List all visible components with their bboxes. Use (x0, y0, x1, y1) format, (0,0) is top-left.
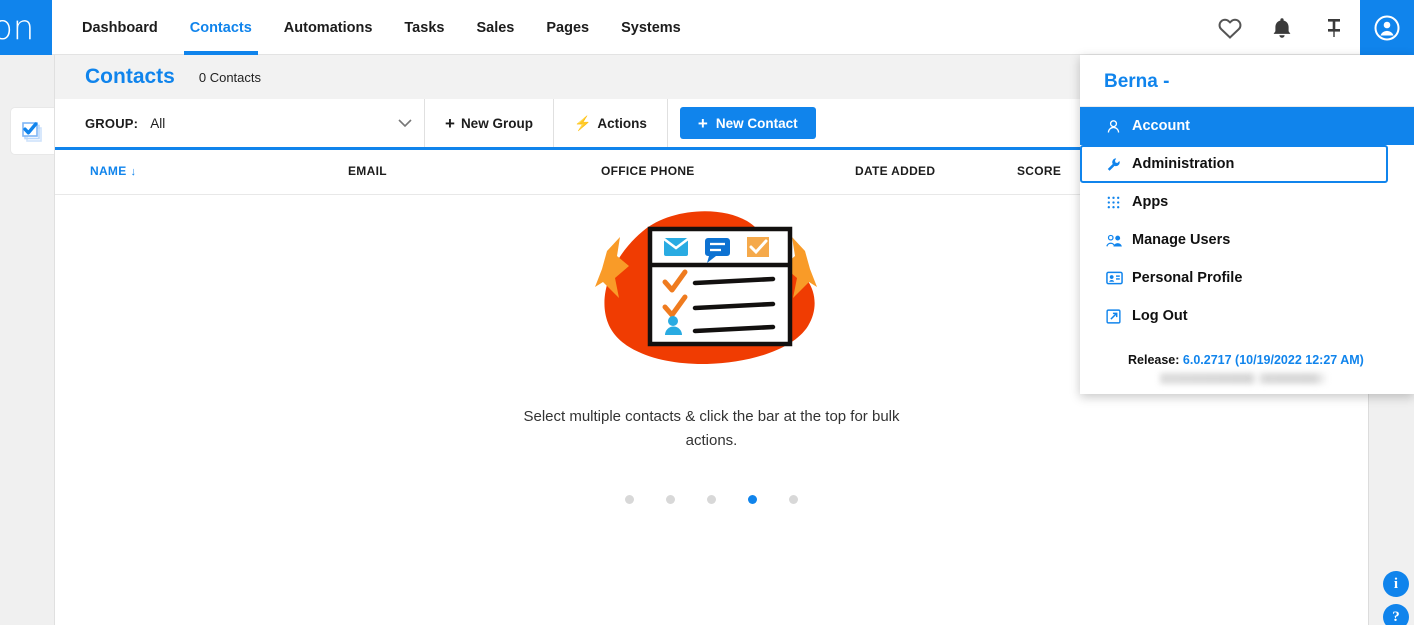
menu-item-label: Account (1132, 118, 1190, 134)
wrench-icon (1106, 157, 1132, 172)
logo-text: on (0, 7, 35, 48)
menu-item-apps[interactable]: Apps (1080, 183, 1414, 221)
nav-item-tasks[interactable]: Tasks (388, 0, 460, 55)
menu-item-label: Log Out (1132, 308, 1188, 324)
carousel-dot[interactable] (625, 495, 634, 504)
carousel-dot[interactable] (789, 495, 798, 504)
external-link-icon (1106, 308, 1132, 324)
release-info: Release: 6.0.2717 (10/19/2022 12:27 AM) (1080, 353, 1414, 367)
actions-label: Actions (597, 115, 647, 131)
new-group-label: New Group (460, 115, 533, 131)
carousel-dots (625, 495, 798, 504)
contacts-count: 0 Contacts (198, 69, 262, 85)
stacked-check-icon[interactable] (10, 107, 54, 155)
redacted-text (1160, 373, 1328, 384)
menu-item-label: Apps (1132, 194, 1169, 210)
nav-label: Contacts (189, 19, 252, 36)
pin-icon[interactable] (1308, 0, 1360, 55)
nav-item-pages[interactable]: Pages (530, 0, 605, 55)
carousel-dot[interactable] (707, 495, 716, 504)
column-header-name[interactable]: NAME ↓ (90, 164, 136, 178)
heart-icon[interactable] (1204, 0, 1256, 55)
empty-message-line-1: Select multiple contacts & click the bar… (523, 408, 868, 425)
column-header-office-phone[interactable]: OFFICE PHONE (601, 164, 695, 178)
sort-arrow-icon: ↓ (130, 166, 137, 178)
new-contact-wrap: + New Contact (668, 99, 828, 147)
menu-item-manage-users[interactable]: Manage Users (1080, 221, 1414, 259)
menu-item-label: Administration (1132, 156, 1235, 172)
id-card-icon (1106, 271, 1132, 285)
top-navigation-bar: on Dashboard Contacts Automations Tasks … (0, 0, 1414, 68)
new-contact-label: New Contact (715, 115, 798, 131)
info-icon[interactable]: i (1383, 571, 1409, 597)
actions-button[interactable]: ⚡ Actions (554, 99, 668, 147)
app-logo[interactable]: on (0, 0, 52, 55)
nav-items: Dashboard Contacts Automations Tasks Sal… (66, 0, 697, 55)
chevron-down-icon (398, 118, 412, 128)
menu-item-label: Personal Profile (1132, 270, 1243, 286)
account-avatar-button[interactable] (1360, 0, 1414, 68)
column-header-email[interactable]: EMAIL (348, 164, 387, 178)
plus-icon: + (445, 113, 455, 133)
group-filter-value: All (150, 115, 166, 131)
bolt-icon: ⚡ (573, 114, 592, 131)
people-icon (1106, 233, 1132, 248)
nav-item-dashboard[interactable]: Dashboard (66, 0, 174, 55)
menu-item-label: Manage Users (1132, 232, 1231, 248)
empty-state-illustration (594, 211, 817, 365)
menu-item-administration[interactable]: Administration (1080, 145, 1388, 183)
nav-label: Sales (476, 19, 515, 36)
carousel-dot[interactable] (666, 495, 675, 504)
empty-state-message: Select multiple contacts & click the bar… (512, 405, 912, 453)
app-root: on Dashboard Contacts Automations Tasks … (0, 0, 1414, 625)
nav-label: Dashboard (82, 19, 158, 36)
release-version: 6.0.2717 (10/19/2022 12:27 AM) (1182, 353, 1364, 367)
nav-item-systems[interactable]: Systems (605, 0, 697, 55)
grid-dots-icon (1106, 195, 1132, 210)
nav-item-automations[interactable]: Automations (268, 0, 389, 55)
nav-right-icons (1204, 0, 1414, 68)
account-user-name: Berna - (1080, 55, 1414, 107)
page-title: Contacts (85, 65, 175, 88)
new-group-button[interactable]: + New Group (425, 99, 554, 147)
carousel-dot-active[interactable] (748, 495, 757, 504)
left-rail (0, 55, 55, 625)
nav-label: Systems (621, 19, 681, 36)
column-header-score[interactable]: SCORE (1017, 164, 1061, 178)
nav-label: Tasks (404, 19, 445, 36)
nav-label: Pages (546, 19, 590, 36)
nav-item-contacts[interactable]: Contacts (174, 0, 268, 55)
person-icon (1106, 119, 1132, 134)
release-label: Release: (1128, 353, 1180, 367)
nav-item-sales[interactable]: Sales (460, 0, 530, 55)
menu-item-account[interactable]: Account (1080, 107, 1414, 145)
account-dropdown-menu: Berna - Account Administration Apps Mana… (1080, 55, 1414, 394)
menu-item-log-out[interactable]: Log Out (1080, 297, 1414, 335)
bell-icon[interactable] (1256, 0, 1308, 55)
menu-item-personal-profile[interactable]: Personal Profile (1080, 259, 1414, 297)
column-header-date-added[interactable]: DATE ADDED (855, 164, 935, 178)
group-filter-select[interactable]: GROUP: All (55, 99, 425, 147)
plus-icon: + (697, 113, 708, 133)
column-label: NAME (90, 164, 127, 178)
nav-label: Automations (283, 19, 373, 36)
group-filter-label: GROUP: (85, 115, 139, 131)
help-icon[interactable]: ? (1383, 604, 1409, 625)
new-contact-button[interactable]: + New Contact (679, 107, 816, 139)
